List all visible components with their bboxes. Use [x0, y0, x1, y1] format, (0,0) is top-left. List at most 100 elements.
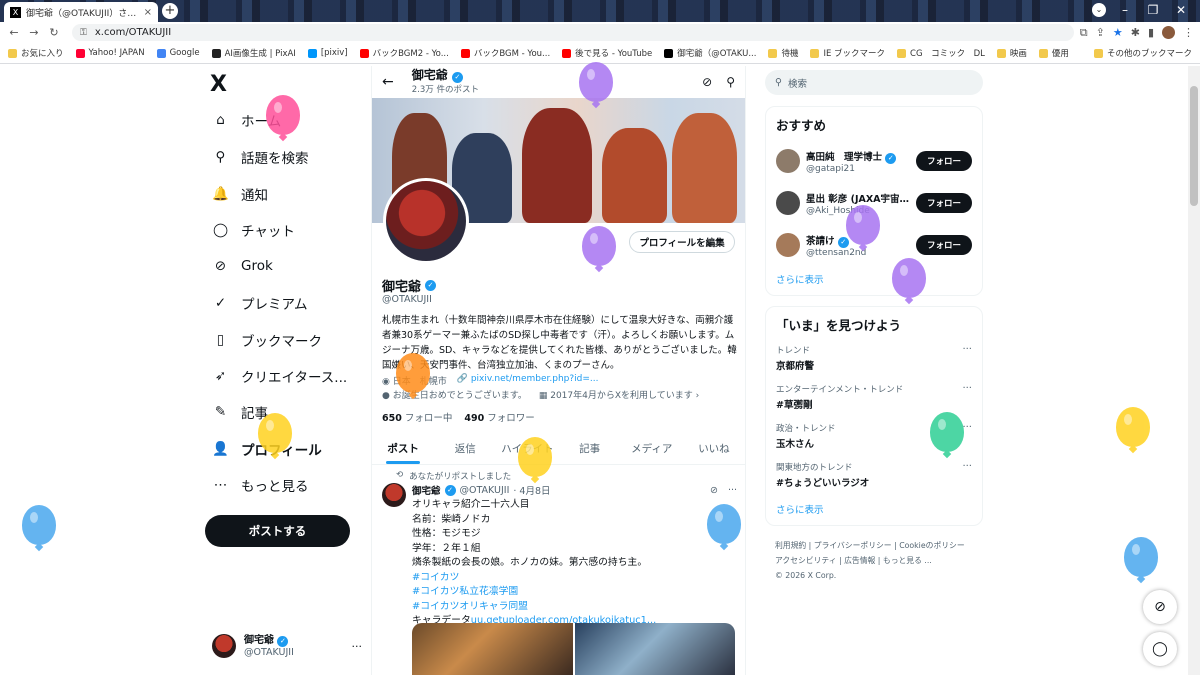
browser-tab[interactable]: X 御宅爺（@OTAKUJII）さん / X ×	[4, 2, 158, 22]
bookmark-item[interactable]: 映画	[996, 47, 1027, 59]
reload-icon[interactable]: ↻	[46, 26, 62, 39]
tweet-author-name[interactable]: 御宅爺	[412, 483, 441, 497]
followers-link[interactable]: 490 フォロワー	[464, 410, 534, 424]
balloon-icon	[266, 95, 300, 135]
bookmark-item[interactable]: AI画像生成 | PixAI	[211, 47, 296, 59]
back-arrow-icon[interactable]: ←	[382, 74, 394, 90]
footer-link[interactable]: 利用規約	[775, 541, 806, 550]
other-bookmarks-folder[interactable]: その他のブックマーク	[1093, 47, 1192, 59]
tweet-text-line: 名前：柴崎ノドカ	[412, 513, 491, 525]
search-input[interactable]: ⚲ 検索	[765, 70, 983, 95]
tweet-more-icon[interactable]: ···	[728, 485, 737, 496]
trends-more-link[interactable]: さらに表示	[766, 496, 982, 524]
trend-more-icon[interactable]: ···	[962, 383, 972, 394]
who-to-follow-item[interactable]: 高田純 理学博士 ✓ @gatapi21 フォロー	[766, 140, 982, 182]
nav-item-article[interactable]: ✎ 記事	[212, 402, 268, 422]
bookmark-item[interactable]: 後で見る - YouTube	[562, 47, 652, 59]
nav-item-premium[interactable]: ✓ プレミアム	[212, 293, 308, 313]
bookmark-item[interactable]: CG コミック DL	[897, 47, 985, 59]
side-panel-icon[interactable]: ▮	[1148, 26, 1154, 39]
new-tab-button[interactable]: +	[162, 3, 178, 19]
bookmark-item[interactable]: 御宅爺（@OTAKU...	[664, 47, 756, 59]
nav-item-rocket[interactable]: ➶ クリエイタース...	[212, 366, 347, 386]
site-info-icon[interactable]: ⚿	[80, 28, 87, 38]
install-icon[interactable]: ⧉	[1080, 26, 1088, 40]
balloon-icon: ●	[382, 391, 390, 401]
trend-category: トレンド	[776, 346, 811, 356]
extensions-icon[interactable]: ✱	[1131, 26, 1140, 39]
tweet-image[interactable]	[412, 623, 573, 675]
minimize-button[interactable]: –	[1116, 3, 1134, 17]
who-to-follow-more-link[interactable]: さらに表示	[766, 266, 982, 294]
maximize-button[interactable]: ❐	[1144, 3, 1162, 17]
messages-fab-button[interactable]: ◯	[1143, 632, 1177, 666]
post-button[interactable]: ポストする	[205, 515, 350, 547]
url-input[interactable]: ⚿ x.com/OTAKUJII	[72, 24, 1074, 41]
x-logo-icon[interactable]: X	[210, 72, 227, 97]
trend-item[interactable]: トレンド 京都府警 ···	[766, 340, 982, 379]
profile-tab[interactable]: ポスト	[372, 432, 434, 464]
hashtag-link[interactable]: #コイカツ私立花凛学園	[412, 585, 737, 600]
tweet-date[interactable]: · 4月8日	[513, 483, 550, 497]
grok-icon[interactable]: ⊘	[702, 75, 712, 89]
back-icon[interactable]: ←	[6, 26, 22, 39]
tab-search-icon[interactable]: ⌄	[1092, 3, 1106, 17]
scrollbar-thumb[interactable]	[1190, 86, 1198, 206]
account-switcher[interactable]: 御宅爺 ✓ @OTAKUJII ···	[212, 632, 362, 660]
follow-button[interactable]: フォロー	[916, 235, 972, 255]
trend-more-icon[interactable]: ···	[962, 344, 972, 355]
rec-name: 星出 彰彦 (JAXA宇宙... ✓	[806, 191, 910, 206]
nav-item-grok[interactable]: ⊘ Grok	[212, 257, 273, 274]
trend-item[interactable]: 関東地方のトレンド #ちょうどいいラジオ ···	[766, 457, 982, 496]
forward-icon[interactable]: →	[26, 26, 42, 39]
footer-link[interactable]: 広告情報	[844, 556, 875, 565]
close-window-button[interactable]: ✕	[1172, 3, 1190, 17]
who-to-follow-card: おすすめ 高田純 理学博士 ✓ @gatapi21 フォロー 星出 彰彦 (JA…	[765, 106, 983, 296]
bookmark-item[interactable]: バックBGM2 - Yo...	[359, 47, 449, 59]
bookmark-item[interactable]: 優用	[1038, 47, 1069, 59]
bookmark-item[interactable]: 待機	[768, 47, 798, 59]
follow-button[interactable]: フォロー	[916, 151, 972, 171]
grok-fab-button[interactable]: ⊘	[1143, 590, 1177, 624]
follow-button[interactable]: フォロー	[916, 193, 972, 213]
profile-tab[interactable]: 返信	[434, 432, 496, 464]
nav-item-bell[interactable]: 🔔 通知	[212, 184, 268, 204]
bookmark-item[interactable]: Google	[156, 48, 200, 58]
following-link[interactable]: 650 フォロー中	[382, 410, 452, 424]
edit-profile-button[interactable]: プロフィールを編集	[629, 231, 735, 253]
browser-profile-avatar[interactable]	[1162, 26, 1175, 39]
footer-link[interactable]: アクセシビリティ	[775, 556, 837, 565]
who-to-follow-title: おすすめ	[776, 118, 827, 133]
share-icon[interactable]: ⇪	[1096, 26, 1105, 39]
profile-tab[interactable]: いいね	[683, 432, 745, 464]
footer-link[interactable]: もっと見る ...	[883, 556, 932, 565]
tweet-image[interactable]	[574, 623, 735, 675]
bookmark-item[interactable]: IE ブックマーク	[810, 47, 885, 59]
nav-item-search[interactable]: ⚲ 話題を検索	[212, 147, 309, 167]
tweet-media[interactable]	[412, 623, 735, 675]
profile-tab[interactable]: メディア	[621, 432, 683, 464]
profile-link[interactable]: 🔗 pixiv.net/member.php?id=...	[457, 374, 599, 387]
profile-tab[interactable]: 記事	[559, 432, 621, 464]
bookmark-item[interactable]: バックBGM - You...	[460, 47, 550, 59]
nav-item-more[interactable]: ⋯ もっと見る	[212, 475, 309, 495]
nav-item-chat[interactable]: ◯ チャット	[212, 220, 295, 240]
footer-link[interactable]: Cookieのポリシー	[899, 541, 964, 550]
profile-avatar[interactable]	[383, 178, 469, 264]
hashtag-link[interactable]: #コイカツオリキャラ同盟	[412, 600, 737, 615]
bookmark-item[interactable]: お気に入り	[8, 47, 64, 59]
page-scrollbar[interactable]	[1188, 66, 1200, 675]
search-icon[interactable]: ⚲	[726, 75, 735, 89]
browser-menu-icon[interactable]: ⋮	[1183, 26, 1194, 39]
tweet-avatar[interactable]	[382, 483, 406, 507]
account-more-icon[interactable]: ···	[352, 640, 363, 653]
bookmark-star-icon[interactable]: ★	[1113, 26, 1123, 39]
hashtag-link[interactable]: #コイカツ	[412, 571, 737, 586]
trend-more-icon[interactable]: ···	[962, 461, 972, 472]
grok-icon[interactable]: ⊘	[710, 485, 718, 496]
nav-item-bookmark[interactable]: ▯ ブックマーク	[212, 330, 322, 350]
footer-link[interactable]: プライバシーポリシー	[814, 541, 892, 550]
tab-close-icon[interactable]: ×	[144, 7, 152, 18]
bookmark-item[interactable]: [pixiv]	[307, 48, 348, 58]
bookmark-item[interactable]: Yahoo! JAPAN	[75, 48, 145, 58]
